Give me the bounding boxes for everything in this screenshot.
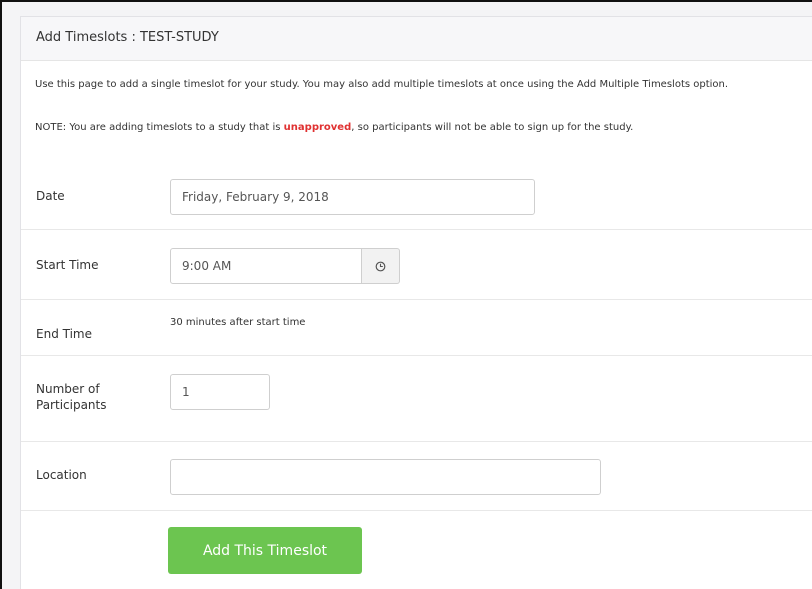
clock-icon — [375, 261, 386, 271]
panel-header: Add Timeslots : TEST-STUDY — [21, 17, 812, 61]
note-prefix: NOTE: You are adding timeslots to a stud… — [35, 122, 284, 133]
date-field[interactable] — [170, 179, 535, 215]
page-title: Add Timeslots : TEST-STUDY — [36, 30, 219, 45]
participants-label-line1: Number of — [36, 382, 100, 396]
top-gutter — [2, 2, 812, 16]
row-divider — [21, 229, 812, 230]
end-time-value: 30 minutes after start time — [170, 317, 306, 328]
approval-note: NOTE: You are adding timeslots to a stud… — [35, 121, 812, 134]
add-timeslot-panel: Add Timeslots : TEST-STUDY Use this page… — [20, 16, 812, 589]
start-time-label: Start Time — [36, 258, 99, 272]
note-suffix: , so participants will not be able to si… — [351, 122, 634, 133]
end-time-label: End Time — [36, 327, 92, 341]
unapproved-status: unapproved — [283, 122, 352, 133]
left-gutter — [2, 2, 20, 589]
add-timeslot-button[interactable]: Add This Timeslot — [168, 527, 362, 574]
row-divider — [21, 510, 812, 511]
location-label: Location — [36, 468, 87, 482]
row-divider — [21, 441, 812, 442]
intro-text: Use this page to add a single timeslot f… — [35, 79, 729, 90]
participants-label: Number of Participants — [36, 381, 107, 413]
row-divider — [21, 299, 812, 300]
start-time-field[interactable] — [170, 248, 362, 284]
date-label: Date — [36, 189, 65, 203]
participants-field[interactable] — [170, 374, 270, 410]
participants-label-line2: Participants — [36, 398, 107, 412]
row-divider — [21, 355, 812, 356]
time-picker-button[interactable] — [362, 248, 400, 284]
location-field[interactable] — [170, 459, 601, 495]
